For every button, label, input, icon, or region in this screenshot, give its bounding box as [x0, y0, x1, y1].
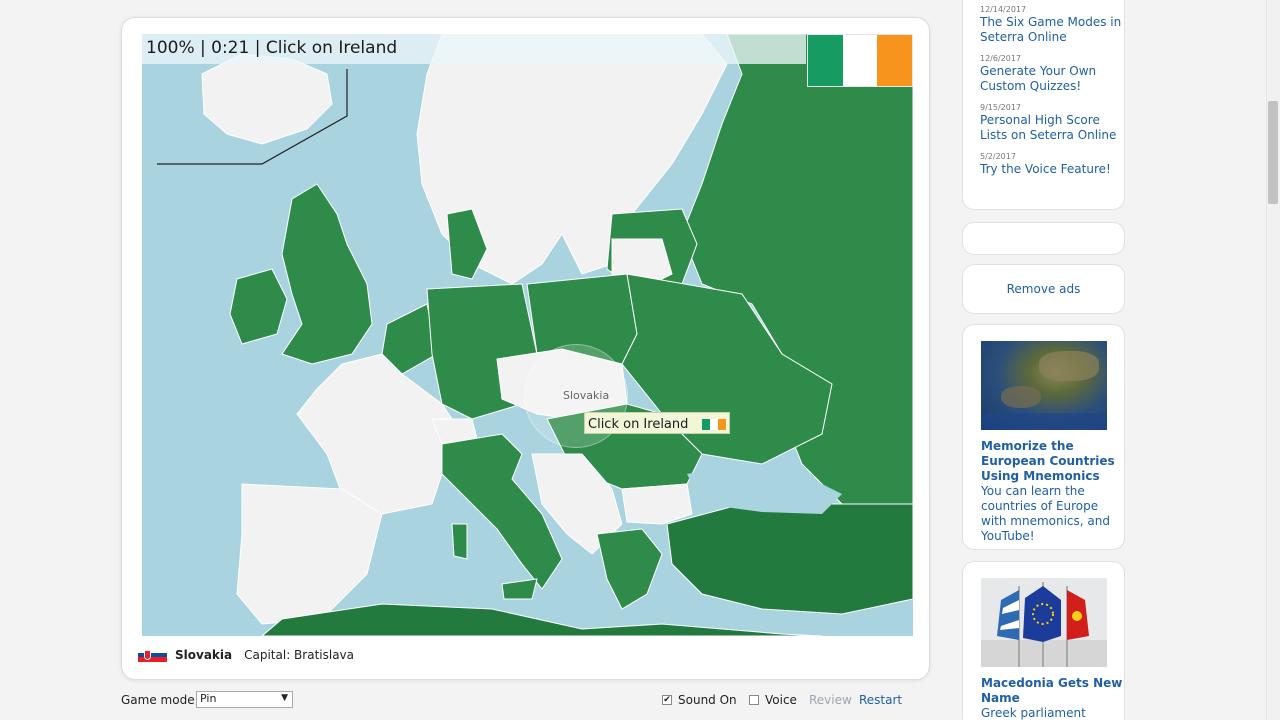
article-card-macedonia: Macedonia Gets New Name Greek parliament…: [962, 561, 1125, 720]
news-date: 12/14/2017: [980, 5, 1027, 14]
game-controls: Game mode: Pin ▼ ✔ Sound On Voice Review…: [121, 690, 911, 710]
news-title-link[interactable]: Personal High Score Lists on Seterra Onl…: [980, 113, 1124, 143]
flag-stripe-orange: [877, 35, 913, 86]
news-title-link[interactable]: The Six Game Modes in Seterra Online: [980, 15, 1124, 45]
news-date: 5/2/2017: [980, 152, 1016, 161]
news-title-link[interactable]: Generate Your Own Custom Quizzes!: [980, 64, 1124, 94]
news-item[interactable]: 9/15/2017 Personal High Score Lists on S…: [980, 103, 1124, 143]
news-date: 12/6/2017: [980, 54, 1022, 63]
country-info-row: Slovakia Capital: Bratislava: [138, 646, 354, 664]
game-status-bar: 100% | 0:21 | Click on Ireland: [142, 34, 806, 64]
news-item[interactable]: 12/14/2017 The Six Game Modes in Seterra…: [980, 5, 1124, 45]
target-flag: [807, 34, 913, 87]
chevron-down-icon: ▼: [281, 693, 288, 703]
article-title-link[interactable]: Macedonia Gets New Name: [981, 676, 1124, 706]
flag-stripe-white: [842, 35, 878, 86]
voice-toggle[interactable]: Voice: [749, 693, 797, 707]
country-name: Slovakia: [175, 648, 233, 662]
game-mode-value: Pin: [200, 692, 217, 705]
review-link[interactable]: Review: [809, 693, 852, 707]
scrollbar-thumb[interactable]: [1268, 101, 1278, 204]
article-title-link[interactable]: Memorize the European Countries Using Mn…: [981, 439, 1124, 484]
flag-stripe-green: [808, 35, 843, 86]
slovakia-flag: [138, 648, 167, 663]
flags-illustration: [981, 582, 1107, 667]
article-summary[interactable]: Greek parliament ratifies name change: [981, 706, 1124, 720]
map-canvas[interactable]: [142, 34, 913, 636]
sound-label: Sound On: [678, 693, 737, 707]
flags-image[interactable]: [981, 578, 1107, 667]
news-card: 12/14/2017 The Six Game Modes in Seterra…: [962, 0, 1125, 210]
europe-map[interactable]: 100% | 0:21 | Click on Ireland Slovakia …: [142, 34, 913, 636]
voice-checkbox[interactable]: [749, 695, 759, 705]
europe-satellite-image[interactable]: [981, 341, 1107, 430]
news-item[interactable]: 5/2/2017 Try the Voice Feature!: [980, 152, 1124, 177]
island-sardinia[interactable]: [451, 523, 468, 560]
country-bulgaria[interactable]: [621, 483, 693, 525]
blank-card: [962, 222, 1125, 255]
sound-toggle[interactable]: ✔ Sound On: [662, 693, 737, 707]
news-date: 9/15/2017: [980, 103, 1022, 112]
article-card-mnemonics: Memorize the European Countries Using Mn…: [962, 324, 1125, 550]
capital-text: Capital: Bratislava: [244, 648, 355, 662]
news-item[interactable]: 12/6/2017 Generate Your Own Custom Quizz…: [980, 54, 1124, 94]
sound-checkbox[interactable]: ✔: [662, 695, 672, 705]
game-mode-label: Game mode:: [121, 693, 199, 707]
game-mode-select[interactable]: Pin ▼: [196, 691, 293, 708]
tooltip-flag: [702, 418, 727, 430]
restart-link[interactable]: Restart: [859, 693, 902, 707]
news-title-link[interactable]: Try the Voice Feature!: [980, 162, 1124, 177]
voice-label: Voice: [765, 693, 797, 707]
article-summary[interactable]: You can learn the countries of Europe wi…: [981, 484, 1124, 544]
country-hover-label: Slovakia: [563, 389, 610, 402]
remove-ads-button[interactable]: Remove ads: [962, 264, 1125, 314]
tooltip-text: Click on Ireland: [588, 416, 689, 432]
cursor-tooltip: Click on Ireland: [584, 412, 731, 434]
